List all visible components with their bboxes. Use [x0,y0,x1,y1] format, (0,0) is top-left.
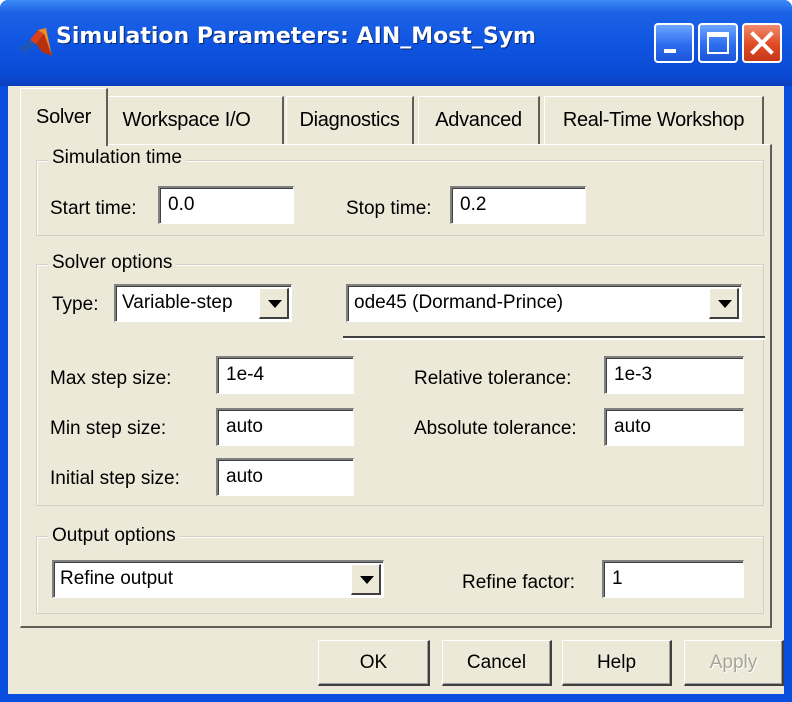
minimize-icon [664,49,676,53]
solver-type-label: Type: [52,294,99,315]
solver-options-heading: Solver options [48,252,177,274]
solver-method-select[interactable]: ode45 (Dormand-Prince) [346,284,742,322]
stop-time-label: Stop time: [346,198,432,219]
tab-solver[interactable]: Solver [20,88,108,146]
relative-tolerance-field[interactable]: 1e-3 [604,356,744,394]
max-step-size-label: Max step size: [50,368,172,389]
absolute-tolerance-field[interactable]: auto [604,408,744,446]
tab-label: Real-Time Workshop [562,109,745,131]
cancel-button[interactable]: Cancel [442,640,552,686]
max-step-size-field[interactable]: 1e-4 [216,356,354,394]
tab-label: Advanced [435,109,522,131]
refine-factor-label: Refine factor: [462,572,575,593]
solver-type-value: Variable-step [122,292,233,313]
matlab-logo-icon [18,28,52,56]
title-bar[interactable]: Simulation Parameters: AIN_Most_Sym [0,0,792,86]
tab-label: Diagnostics [299,109,400,131]
chevron-down-icon[interactable] [259,288,289,319]
stop-time-field[interactable]: 0.2 [450,186,586,224]
divider [343,336,765,340]
close-icon [750,31,774,55]
relative-tolerance-label: Relative tolerance: [414,368,572,389]
window-title: Simulation Parameters: AIN_Most_Sym [56,24,536,49]
simulation-time-heading: Simulation time [48,147,186,169]
solver-type-select[interactable]: Variable-step [114,284,292,322]
dialog-window: Simulation Parameters: AIN_Most_Sym Work… [0,0,792,702]
tab-workspace-io[interactable]: Workspace I/O [90,96,284,144]
start-time-label: Start time: [50,198,137,219]
tab-real-time-workshop[interactable]: Real-Time Workshop [544,96,764,144]
min-step-size-label: Min step size: [50,418,167,439]
chevron-down-icon[interactable] [709,288,739,319]
output-options-value: Refine output [60,568,174,589]
close-button[interactable] [742,23,782,63]
tab-label: Workspace I/O [122,109,251,131]
help-button[interactable]: Help [562,640,672,686]
maximize-button[interactable] [698,23,738,63]
output-options-select[interactable]: Refine output [52,560,384,598]
tab-advanced[interactable]: Advanced [418,96,540,144]
initial-step-size-label: Initial step size: [50,468,180,489]
solver-method-value: ode45 (Dormand-Prince) [354,292,564,313]
absolute-tolerance-label: Absolute tolerance: [414,418,577,439]
maximize-icon [707,32,729,54]
start-time-field[interactable]: 0.0 [158,186,294,224]
chevron-down-icon[interactable] [351,564,381,595]
minimize-button[interactable] [654,23,694,63]
initial-step-size-field[interactable]: auto [216,458,354,496]
output-options-heading: Output options [48,525,180,547]
tab-label: Solver [36,106,91,128]
ok-button[interactable]: OK [318,640,430,686]
tab-diagnostics[interactable]: Diagnostics [286,96,414,144]
min-step-size-field[interactable]: auto [216,408,354,446]
refine-factor-field[interactable]: 1 [602,560,744,598]
apply-button[interactable]: Apply [684,640,784,686]
